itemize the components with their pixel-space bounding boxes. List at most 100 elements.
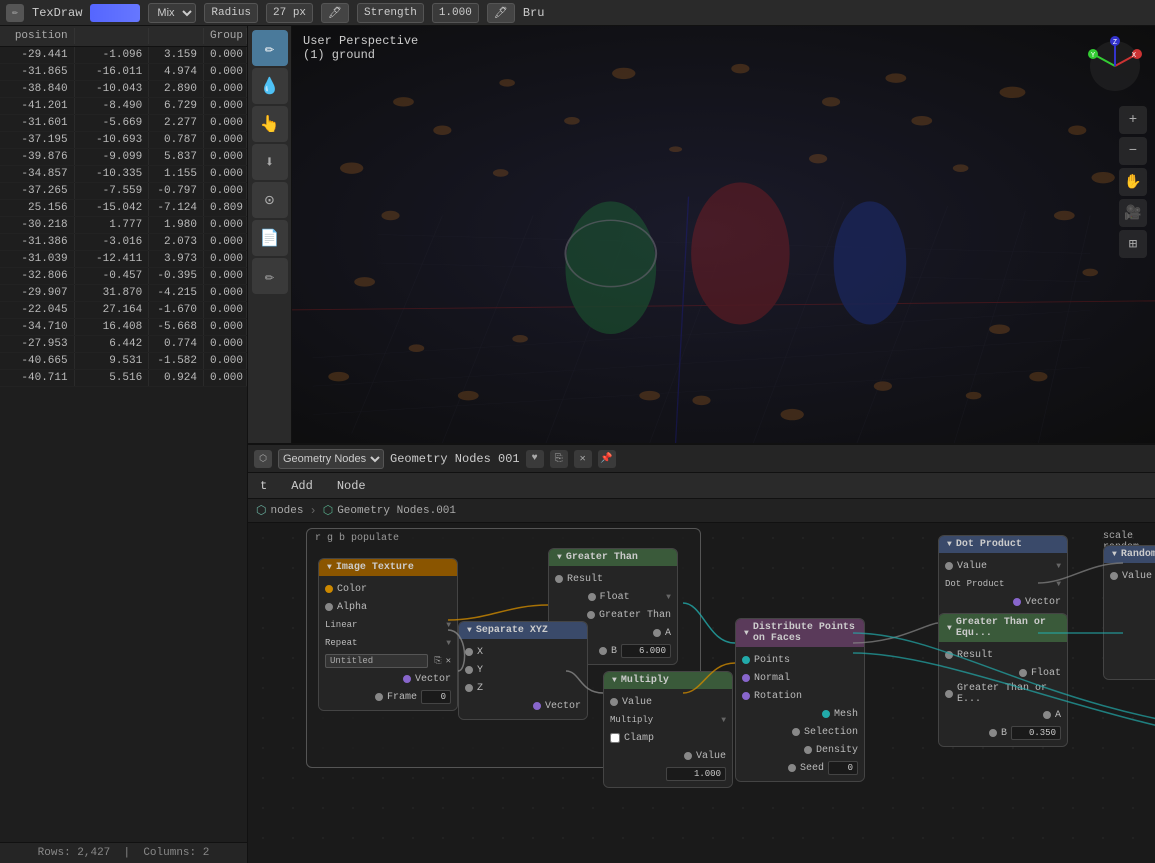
- table-cell: 0.000: [204, 81, 247, 97]
- table-cell: 0.000: [204, 217, 247, 233]
- breadcrumb-separator: ›: [310, 504, 317, 518]
- table-cell: -31.601: [0, 115, 75, 131]
- node-row-value-dot: Value ▼: [939, 557, 1067, 575]
- node-editor-icon: ⬡: [254, 450, 272, 468]
- texdraw-label: TexDraw: [32, 6, 82, 20]
- table-cell: -1.582: [149, 353, 204, 369]
- tool-mask-btn[interactable]: 📄: [252, 220, 288, 256]
- strength-label: Strength: [357, 3, 424, 23]
- table-row: 25.156-15.042-7.1240.809: [0, 200, 247, 217]
- node-row-vector-dot: Vector: [939, 593, 1067, 611]
- table-cell: 0.809: [204, 200, 247, 216]
- b-value[interactable]: 6.000: [621, 644, 671, 658]
- node-row-value-rv: Value: [1104, 567, 1155, 585]
- table-cell: -37.195: [0, 132, 75, 148]
- node-separate-xyz[interactable]: ▼ Separate XYZ X Y: [458, 621, 588, 720]
- value-val[interactable]: 1.000: [666, 767, 726, 781]
- table-cell: -10.693: [75, 132, 150, 148]
- seed-value[interactable]: 0: [828, 761, 858, 775]
- grid-btn[interactable]: ⊞: [1119, 230, 1147, 258]
- node-row-untitled: Untitled ⎘ ✕: [319, 652, 457, 670]
- table-cell: -3.016: [75, 234, 150, 250]
- socket-color-out: [325, 585, 333, 593]
- socket-density-in: [804, 746, 812, 754]
- socket-vector-dot-in: [1013, 598, 1021, 606]
- frame-value[interactable]: 0: [421, 690, 451, 704]
- close-btn[interactable]: ✕: [574, 450, 592, 468]
- node-distribute-points[interactable]: ▼ Distribute Points on Faces Points Norm…: [735, 618, 865, 782]
- table-row: -30.2181.7771.9800.000: [0, 217, 247, 234]
- menu-t[interactable]: t: [256, 479, 271, 493]
- blend-mode-select[interactable]: Mix: [148, 3, 196, 23]
- table-cell: 0.000: [204, 166, 247, 182]
- tool-draw-btn[interactable]: ✏: [252, 30, 288, 66]
- table-cell: 6.729: [149, 98, 204, 114]
- node-row-dot-product: Dot Product ▼: [939, 575, 1067, 593]
- node-canvas[interactable]: r g b populate ▼ Image Texture Color: [248, 523, 1155, 863]
- strength-value[interactable]: 1.000: [432, 3, 479, 23]
- node-row-id: ID: [1104, 639, 1155, 657]
- b2-value[interactable]: 0.350: [1011, 726, 1061, 740]
- tool-select-btn[interactable]: 👆: [252, 106, 288, 142]
- tool-smooth-btn[interactable]: ⊙: [252, 182, 288, 218]
- brush-color-swatch[interactable]: [90, 4, 140, 22]
- radius-picker-btn[interactable]: 🖊: [321, 3, 349, 23]
- node-image-texture-header: ▼ Image Texture: [319, 559, 457, 576]
- svg-text:Z: Z: [1113, 39, 1117, 47]
- pin-btn[interactable]: 📌: [598, 450, 616, 468]
- node-image-texture[interactable]: ▼ Image Texture Color Alpha L: [318, 558, 458, 711]
- zoom-in-btn[interactable]: +: [1119, 106, 1147, 134]
- main-content: position Group -29.441-1.0963.1590.000-3…: [0, 26, 1155, 863]
- table-row: -32.806-0.457-0.3950.000: [0, 268, 247, 285]
- socket-greater-in: [587, 611, 595, 619]
- tool-fill-btn[interactable]: 💧: [252, 68, 288, 104]
- strength-btn[interactable]: 🖊: [487, 3, 515, 23]
- table-row: -29.441-1.0963.1590.000: [0, 47, 247, 64]
- clamp-checkbox[interactable]: [610, 733, 620, 743]
- radius-label: Radius: [204, 3, 258, 23]
- table-cell: 3.973: [149, 251, 204, 267]
- menu-add[interactable]: Add: [287, 479, 317, 493]
- favorite-btn[interactable]: ♥: [526, 450, 544, 468]
- socket-a2-in: [1043, 711, 1051, 719]
- table-cell: -22.045: [0, 302, 75, 318]
- axis-gizmo[interactable]: X Y Z: [1085, 36, 1145, 96]
- pan-btn[interactable]: ✋: [1119, 168, 1147, 196]
- table-row: -22.04527.164-1.6700.000: [0, 302, 247, 319]
- node-row-result2: Result: [939, 646, 1067, 664]
- node-row-repeat: Repeat ▼: [319, 634, 457, 652]
- zoom-out-btn[interactable]: −: [1119, 137, 1147, 165]
- table-cell: 0.000: [204, 183, 247, 199]
- duplicate-btn[interactable]: ⎘: [550, 450, 568, 468]
- tool-flatten-btn[interactable]: ⬇: [252, 144, 288, 180]
- node-random-value-scale[interactable]: ▼ Random Value Value Integer: [1103, 545, 1155, 680]
- socket-seed-in: [788, 764, 796, 772]
- table-cell: -16.011: [75, 64, 150, 80]
- table-cell: 0.774: [149, 336, 204, 352]
- table-cell: -0.457: [75, 268, 150, 284]
- radius-value[interactable]: 27 px: [266, 3, 313, 23]
- node-editor-title: Geometry Nodes 001: [390, 452, 520, 466]
- table-cell: 31.870: [75, 285, 150, 301]
- socket-rotation-out: [742, 692, 750, 700]
- tool-extra-btn[interactable]: ✏: [252, 258, 288, 294]
- socket-normal-out: [742, 674, 750, 682]
- node-row-alpha: Alpha: [319, 598, 457, 616]
- node-row-vector2: Vector: [459, 697, 587, 715]
- node-type-select[interactable]: Geometry Nodes: [278, 449, 384, 469]
- table-cell: 0.000: [204, 319, 247, 335]
- viewport-3d[interactable]: ✏ 💧 👆 ⬇ ⊙ 📄 ✏ User Perspective (1) groun…: [248, 26, 1155, 443]
- node-row-min: Min 1: [1104, 603, 1155, 621]
- viewport-info: User Perspective (1) ground: [303, 34, 418, 62]
- socket-ge-in: [945, 690, 953, 698]
- node-multiply[interactable]: ▼ Multiply Value Multiply ▼: [603, 671, 733, 788]
- camera-btn[interactable]: 🎥: [1119, 199, 1147, 227]
- node-greater-equal[interactable]: ▼ Greater Than or Equ... Result Float: [938, 613, 1068, 747]
- table-cell: -39.876: [0, 149, 75, 165]
- table-cell: 0.000: [204, 64, 247, 80]
- table-cell: -31.039: [0, 251, 75, 267]
- table-cell: -5.668: [149, 319, 204, 335]
- brush-mode-icon[interactable]: ✏: [6, 4, 24, 22]
- table-row: -38.840-10.0432.8900.000: [0, 81, 247, 98]
- menu-node[interactable]: Node: [333, 479, 370, 493]
